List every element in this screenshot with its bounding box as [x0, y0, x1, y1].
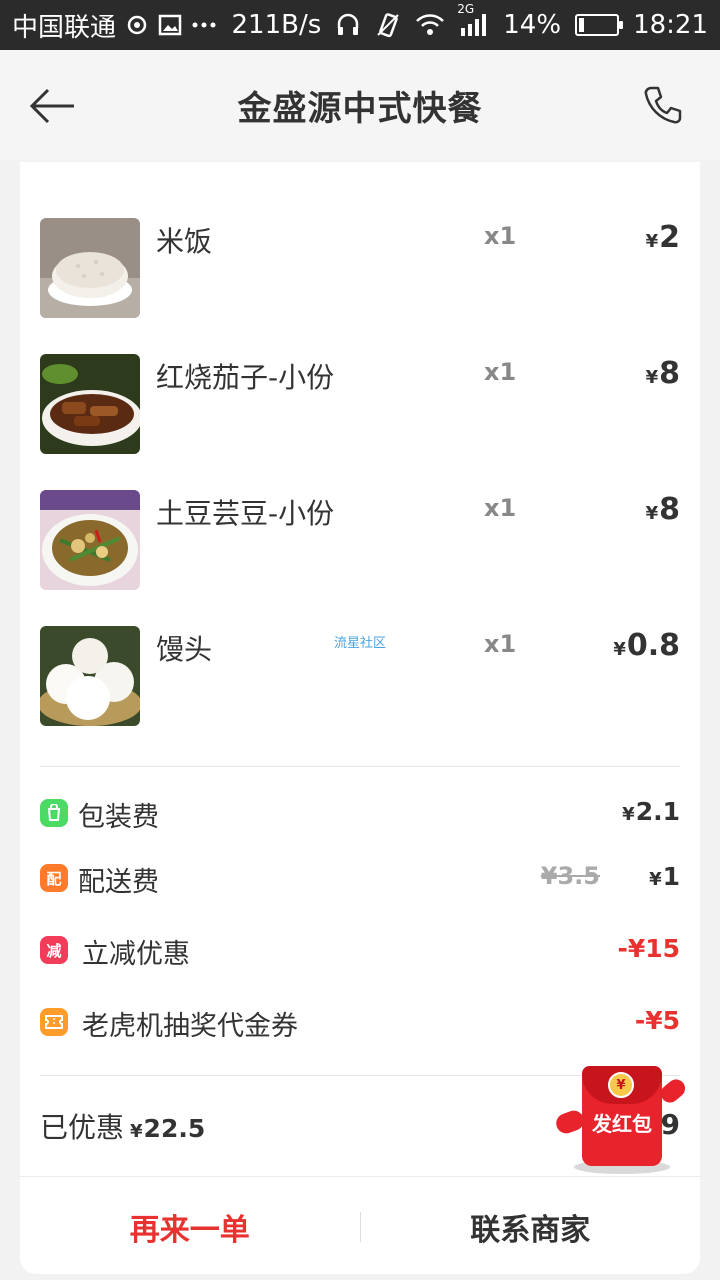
fee-label: 包装费 [78, 802, 159, 833]
item-quantity: x1 [484, 358, 517, 386]
currency-symbol: ¥ [645, 367, 659, 388]
location-icon [126, 14, 148, 36]
battery-icon [575, 14, 624, 36]
saved-summary: 已优惠 ¥22.5 [40, 1106, 205, 1146]
saved-label: 已优惠 [40, 1111, 125, 1144]
page-header: 金盛源中式快餐 [0, 50, 720, 160]
signal-icon: 2G [457, 2, 489, 38]
carrier-name: 中国联通 [12, 12, 117, 43]
potato-bean-image [40, 490, 140, 590]
headphone-icon [335, 12, 361, 38]
fee-label: 立减优惠 [82, 939, 190, 970]
more-icon [192, 22, 216, 28]
item-price-value: 8 [659, 356, 680, 391]
item-name: 红烧茄子-小份 [156, 361, 335, 394]
item-quantity: x1 [484, 494, 517, 522]
network-speed: 211B/s [231, 10, 322, 40]
red-packet-label: 发红包 [592, 1112, 652, 1136]
fee-label: 老虎机抽奖代金券 [82, 1011, 298, 1042]
back-arrow-icon [29, 88, 74, 124]
currency-symbol: ¥ [622, 804, 635, 825]
item-price-value: 8 [659, 492, 680, 527]
braised-eggplant-image [40, 354, 140, 454]
battery-level [579, 18, 585, 32]
bottom-action-bar: 再来一单 联系商家 [20, 1176, 700, 1276]
wifi-icon [415, 13, 445, 37]
contact-merchant-button[interactable]: 联系商家 [361, 1205, 701, 1249]
rice-image [40, 218, 140, 318]
clock: 18:21 [633, 10, 708, 40]
fee-amount: 1 [662, 862, 680, 891]
network-type: 2G [457, 2, 475, 16]
vibrate-icon [375, 12, 401, 38]
divider [40, 766, 680, 767]
saved-amount-value: 22.5 [143, 1114, 206, 1143]
item-name: 米饭 [156, 225, 213, 258]
item-quantity: x1 [484, 630, 517, 658]
coin-icon: ¥ [608, 1072, 634, 1098]
item-price: ¥2 [646, 220, 680, 255]
currency-symbol: ¥ [613, 639, 626, 660]
item-name: 土豆芸豆-小份 [156, 497, 335, 530]
page-title: 金盛源中式快餐 [237, 88, 483, 129]
discount-row: 减 立减优惠 -¥15 [40, 930, 680, 970]
voucher-row: 老虎机抽奖代金券 -¥5 [40, 1002, 680, 1042]
list-item[interactable]: 红烧茄子-小份 x1 ¥8 [40, 354, 680, 454]
item-price: ¥8 [646, 356, 680, 391]
red-packet-button[interactable]: ¥ 发红包 [553, 1060, 689, 1178]
steamed-bun-image [40, 626, 140, 726]
fee-value: -¥15 [617, 934, 680, 963]
fee-value: ¥1 [649, 862, 680, 891]
watermark: 流星社区 [334, 636, 387, 651]
list-item[interactable]: 米饭 x1 ¥2 [40, 218, 680, 318]
currency-symbol: ¥ [130, 1121, 143, 1142]
back-button[interactable] [28, 86, 78, 126]
list-item[interactable]: 土豆芸豆-小份 x1 ¥8 [40, 490, 680, 590]
original-fee: ¥3.5 [540, 862, 600, 890]
reorder-button[interactable]: 再来一单 [20, 1205, 360, 1249]
currency-symbol: ¥ [645, 503, 659, 524]
fee-value: ¥2.1 [622, 797, 680, 826]
currency-symbol: ¥ [649, 869, 662, 890]
image-icon [158, 14, 182, 36]
currency-symbol: ¥ [645, 231, 659, 252]
item-price: ¥0.8 [613, 628, 680, 663]
item-price-value: 0.8 [626, 628, 680, 663]
saved-amount: ¥22.5 [130, 1114, 205, 1143]
battery-percent: 14% [503, 10, 562, 40]
item-name: 馒头 [156, 633, 213, 666]
item-price: ¥8 [646, 492, 680, 527]
fee-label: 配送费 [78, 867, 159, 898]
phone-icon [644, 86, 682, 124]
item-quantity: x1 [484, 222, 517, 250]
delivery-badge-icon: 配 [40, 864, 68, 892]
fee-value: -¥5 [634, 1006, 680, 1035]
bag-icon [40, 799, 68, 827]
item-price-value: 2 [659, 220, 680, 255]
ticket-icon [40, 1008, 68, 1036]
status-bar: 中国联通 211B/s 2G 14% 18:21 [0, 0, 720, 50]
delivery-fee-row: 配 配送费 ¥3.5 ¥1 [40, 858, 680, 898]
fee-amount: 2.1 [635, 797, 680, 826]
packaging-fee-row: 包装费 ¥2.1 [40, 793, 680, 833]
discount-badge-icon: 减 [40, 936, 68, 964]
call-button[interactable] [642, 84, 684, 126]
